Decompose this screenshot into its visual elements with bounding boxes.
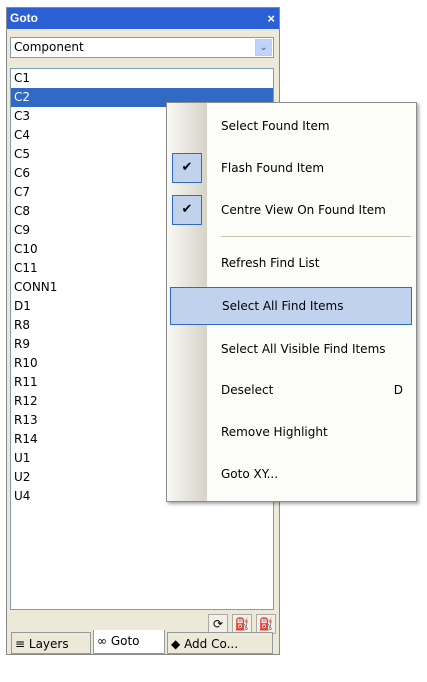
panel-titlebar: Goto × [7,8,279,29]
tab-layers[interactable]: ≡ Layers [11,632,91,654]
close-icon[interactable]: × [267,8,275,29]
context-menu: Select Found Item ✔ Flash Found Item ✔ C… [166,102,417,502]
dropdown-value: Component [14,40,84,54]
menu-item-label: Centre View On Found Item [221,203,386,217]
menu-item-label: Select All Find Items [222,299,344,313]
menu-item-select-all-find-items[interactable]: Select All Find Items [170,287,412,325]
menu-item-select-all-visible[interactable]: Select All Visible Find Items [167,330,416,368]
menu-item-label: Goto XY... [221,467,279,481]
tab-label: Goto [110,634,140,648]
menu-item-select-found-item[interactable]: Select Found Item [167,107,416,145]
binoculars-icon: ∞ [97,634,107,648]
menu-item-label: Deselect [221,383,274,397]
menu-item-centre-view[interactable]: ✔ Centre View On Found Item [167,191,416,229]
tab-add-component[interactable]: ◆ Add Co... [167,632,273,654]
menu-item-goto-xy[interactable]: Goto XY... [167,455,416,493]
object-type-dropdown[interactable]: Component ⌄ [10,37,274,58]
menu-item-refresh-find-list[interactable]: Refresh Find List [167,244,416,282]
menu-item-remove-highlight[interactable]: Remove Highlight [167,413,416,451]
checkmark-icon: ✔ [172,195,202,225]
component-icon: ◆ [171,637,181,651]
find-next-icon[interactable]: ⛽ [256,614,276,634]
menu-item-shortcut: D [393,383,403,397]
panel-title: Goto [10,11,38,25]
panel-tabs: ≡ Layers ∞ Goto ◆ Add Co... [7,630,281,656]
menu-item-deselect[interactable]: Deselect D [167,371,416,409]
menu-item-label: Select All Visible Find Items [221,342,386,356]
menu-item-label: Select Found Item [221,119,330,133]
menu-item-flash-found-item[interactable]: ✔ Flash Found Item [167,149,416,187]
checkmark-icon: ✔ [172,153,202,183]
chevron-down-icon[interactable]: ⌄ [255,39,272,56]
refresh-icon[interactable]: ⟳ [208,614,228,634]
menu-item-label: Remove Highlight [221,425,328,439]
menu-item-label: Flash Found Item [221,161,325,175]
find-previous-icon[interactable]: ⛽ [232,614,252,634]
menu-item-label: Refresh Find List [221,256,320,270]
layers-icon: ≡ [15,637,26,651]
tab-label: Add Co... [184,637,239,651]
list-item[interactable]: C1 [11,69,273,88]
tab-goto[interactable]: ∞ Goto [93,630,165,654]
menu-separator [221,236,411,237]
tab-label: Layers [28,637,69,651]
